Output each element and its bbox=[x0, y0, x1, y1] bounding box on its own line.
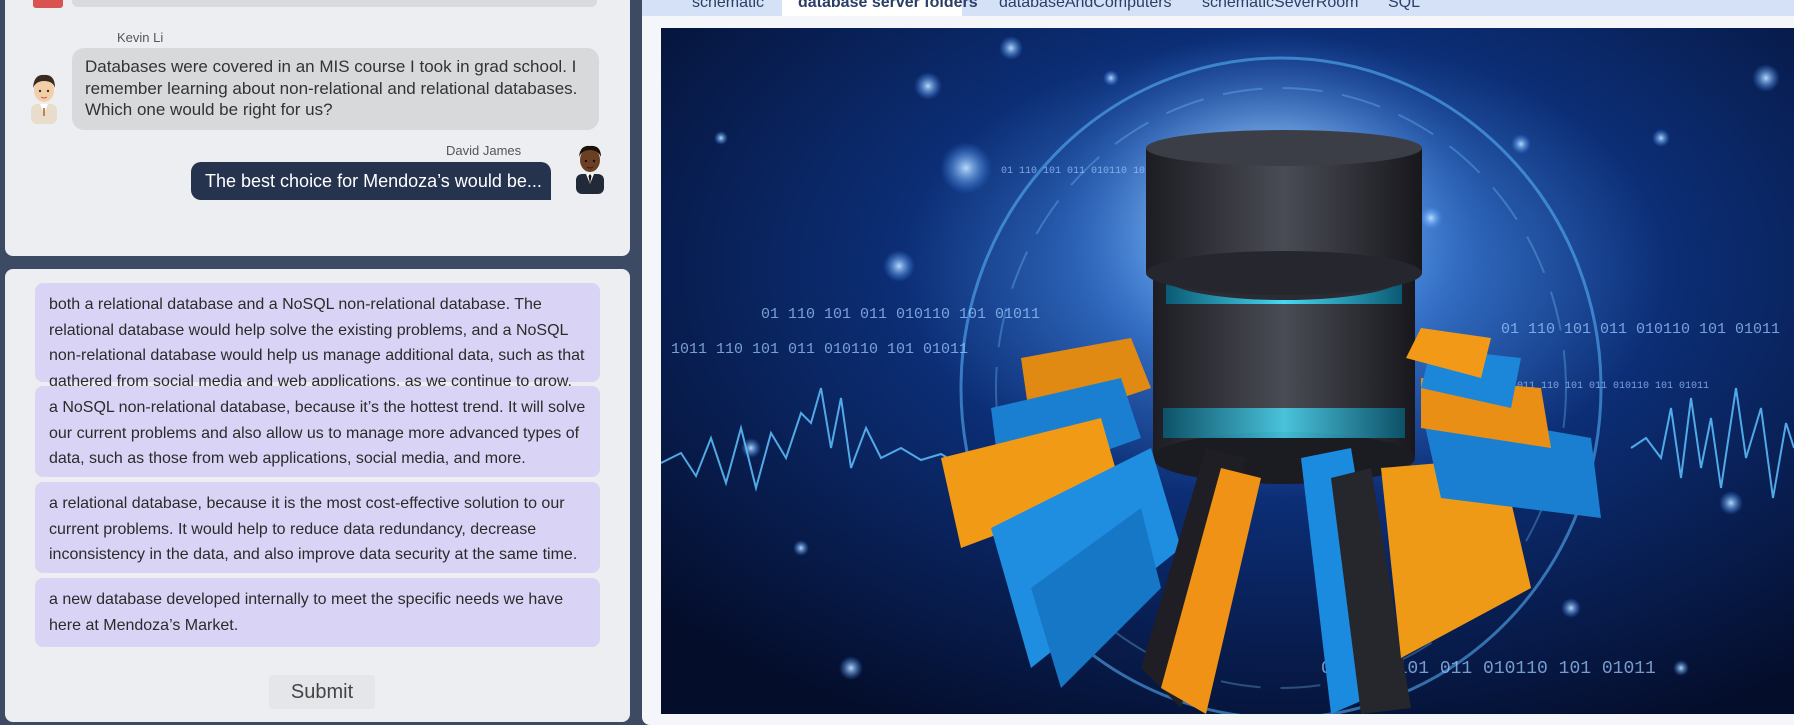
tab-sql[interactable]: SQL bbox=[1388, 0, 1420, 16]
message-bubble-kevin: Databases were covered in an MIS course … bbox=[72, 48, 599, 130]
answer-option-3[interactable]: a relational database, because it is the… bbox=[35, 482, 600, 573]
answer-option-2[interactable]: a NoSQL non-relational database, because… bbox=[35, 386, 600, 477]
binary-row-2: 01 110 101 011 010110 101 01011 bbox=[761, 306, 1040, 323]
database-folders-illustration: 01 110 101 011 010110 101 01011 01 110 1… bbox=[661, 28, 1794, 714]
binary-row-3: 1011 110 101 011 010110 101 01011 bbox=[671, 341, 968, 358]
previous-avatar-stub bbox=[33, 0, 63, 8]
answer-options-panel: both a relational database and a NoSQL n… bbox=[5, 269, 630, 722]
previous-message-stub bbox=[72, 0, 597, 7]
avatar-david bbox=[576, 145, 604, 194]
avatar-kevin bbox=[31, 74, 57, 124]
database-cylinder bbox=[1146, 130, 1422, 484]
binary-row-4: 01 110 101 011 010110 101 01011 bbox=[1501, 321, 1780, 338]
message-bubble-david: The best choice for Mendoza’s would be..… bbox=[191, 162, 551, 200]
sender-name-david: David James bbox=[446, 143, 522, 158]
submit-button[interactable]: Submit bbox=[269, 675, 375, 709]
sender-name-kevin: Kevin Li bbox=[117, 30, 164, 45]
database-server-image: 01 110 101 011 010110 101 01011 01 110 1… bbox=[661, 28, 1794, 714]
tab-schematic-sever-room[interactable]: schematicSeverRoom bbox=[1202, 0, 1359, 16]
answer-option-4[interactable]: a new database developed internally to m… bbox=[35, 578, 600, 647]
answer-option-1[interactable]: both a relational database and a NoSQL n… bbox=[35, 283, 600, 390]
tab-database-server-folders[interactable]: database server folders bbox=[782, 0, 978, 16]
tab-database-and-computers[interactable]: databaseAndComputers bbox=[999, 0, 1172, 16]
tab-schematic[interactable]: schematic bbox=[692, 0, 764, 16]
